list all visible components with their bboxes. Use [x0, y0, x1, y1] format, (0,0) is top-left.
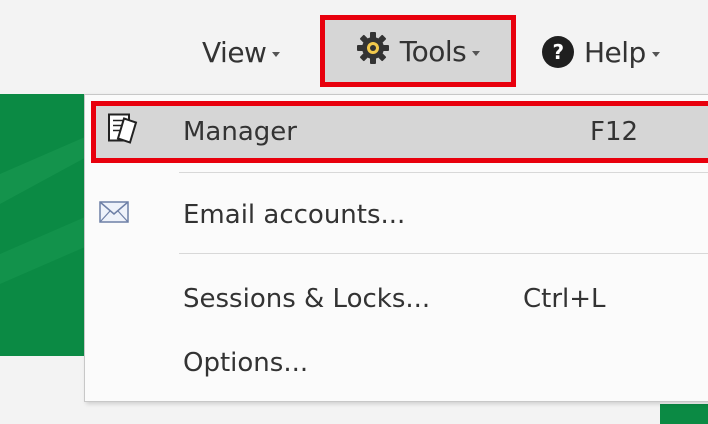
chevron-down-icon: [472, 50, 481, 56]
manager-cards-icon: [106, 111, 142, 154]
menu-separator: [179, 172, 708, 173]
tools-dropdown-menu: Manager F12 Email accounts... Sessions &…: [84, 94, 708, 402]
menu-separator: [179, 253, 708, 254]
help-label: Help: [584, 35, 646, 69]
toolbar: View Tools ? Help: [0, 0, 708, 94]
menu-item-sessions-locks[interactable]: Sessions & Locks... Ctrl+L: [85, 267, 708, 331]
menu-item-label: Email accounts...: [183, 200, 406, 230]
gear-icon: [356, 31, 390, 72]
menu-item-shortcut: F12: [590, 117, 639, 147]
background-green-corner: [660, 404, 708, 424]
menu-item-manager[interactable]: Manager F12: [91, 101, 708, 163]
menu-item-email-accounts[interactable]: Email accounts...: [85, 183, 708, 247]
tools-label: Tools: [399, 34, 467, 68]
help-icon: ?: [542, 36, 574, 68]
chevron-down-icon: [272, 51, 281, 57]
tools-menu-button[interactable]: Tools: [320, 15, 516, 87]
view-label: View: [202, 35, 267, 69]
background-green-panel: [0, 94, 92, 356]
help-menu-button[interactable]: ? Help: [542, 30, 660, 74]
menu-item-shortcut: Ctrl+L: [523, 284, 606, 314]
menu-item-label: Options...: [183, 348, 309, 378]
menu-item-label: Manager: [183, 117, 297, 147]
menu-item-options[interactable]: Options...: [85, 331, 708, 395]
envelope-icon: [99, 200, 129, 230]
menu-item-label: Sessions & Locks...: [183, 284, 431, 314]
view-menu-button[interactable]: View: [202, 30, 281, 74]
chevron-down-icon: [651, 51, 660, 57]
